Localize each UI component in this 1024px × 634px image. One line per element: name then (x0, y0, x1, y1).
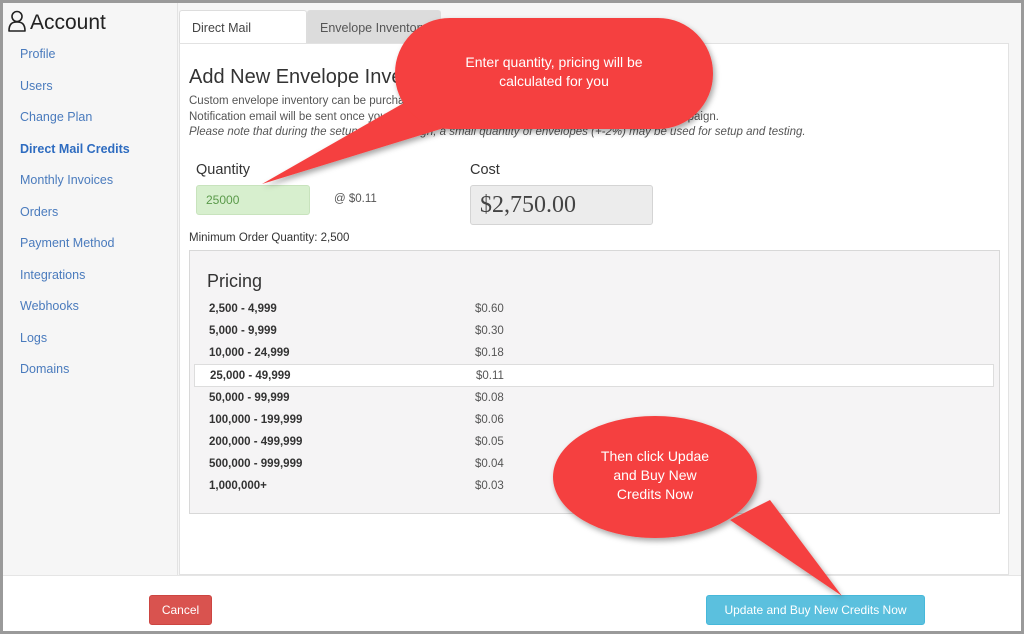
sidebar-item-domains[interactable]: Domains (20, 362, 130, 394)
app-window: Account Profile Users Change Plan Direct… (3, 3, 1021, 631)
unit-price: $0.03 (475, 480, 504, 492)
sidebar-header: Account (7, 10, 106, 36)
tab-direct-mail-credits[interactable]: Direct Mail Credits (179, 10, 307, 69)
pricing-row-selected: 25,000 - 49,999 $0.11 (194, 364, 994, 387)
main-content: Direct Mail Credits Envelope Inventory A… (179, 3, 1021, 575)
sidebar-item-users[interactable]: Users (20, 79, 130, 111)
description-line-1: Custom envelope inventory can be purchas… (189, 95, 453, 107)
cost-display: $2,750.00 (470, 185, 653, 225)
minimum-order-quantity: Minimum Order Quantity: 2,500 (189, 232, 350, 244)
price-range: 500,000 - 999,999 (209, 458, 303, 470)
sidebar-item-direct-mail-credits[interactable]: Direct Mail Credits (20, 142, 130, 174)
description: Custom envelope inventory can be purchas… (189, 94, 989, 141)
sidebar-item-webhooks[interactable]: Webhooks (20, 299, 130, 331)
quantity-label: Quantity (196, 162, 250, 178)
price-range: 2,500 - 4,999 (209, 303, 277, 315)
unit-rate: @ $0.11 (334, 193, 377, 205)
price-range: 200,000 - 499,999 (209, 436, 303, 448)
sidebar-item-orders[interactable]: Orders (20, 205, 130, 237)
sidebar-item-integrations[interactable]: Integrations (20, 268, 130, 300)
sidebar-item-profile[interactable]: Profile (20, 47, 130, 79)
update-and-buy-button[interactable]: Update and Buy New Credits Now (706, 595, 925, 625)
pricing-row: 2,500 - 4,999 $0.60 (194, 298, 994, 321)
unit-price: $0.11 (476, 370, 504, 382)
unit-price: $0.06 (475, 414, 504, 426)
price-range: 1,000,000+ (209, 480, 267, 492)
sidebar-title: Account (30, 11, 106, 34)
pricing-row: 200,000 - 499,999 $0.05 (194, 431, 994, 454)
quantity-input[interactable]: 25000 (196, 185, 310, 215)
sidebar-item-payment-method[interactable]: Payment Method (20, 236, 130, 268)
tab-envelope-inventory[interactable]: Envelope Inventory (307, 10, 441, 44)
price-range: 50,000 - 99,999 (209, 392, 290, 404)
price-range: 5,000 - 9,999 (209, 325, 277, 337)
pricing-row: 5,000 - 9,999 $0.30 (194, 320, 994, 343)
unit-price: $0.60 (475, 303, 504, 315)
price-range: 10,000 - 24,999 (209, 347, 290, 359)
unit-price: $0.04 (475, 458, 504, 470)
user-icon (7, 10, 27, 36)
pricing-row: 500,000 - 999,999 $0.04 (194, 453, 994, 476)
unit-price: $0.05 (475, 436, 504, 448)
pricing-row: 1,000,000+ $0.03 (194, 475, 994, 498)
pricing-row: 50,000 - 99,999 $0.08 (194, 387, 994, 410)
cost-label: Cost (470, 162, 500, 178)
description-line-2: Notification email will be sent once you… (189, 110, 719, 123)
sidebar-item-monthly-invoices[interactable]: Monthly Invoices (20, 173, 130, 205)
footer-bar: Cancel Update and Buy New Credits Now (3, 575, 1021, 631)
unit-price: $0.18 (475, 347, 504, 359)
pricing-row: 10,000 - 24,999 $0.18 (194, 342, 994, 365)
cancel-button[interactable]: Cancel (149, 595, 212, 625)
pricing-row: 100,000 - 199,999 $0.06 (194, 409, 994, 432)
sidebar-item-logs[interactable]: Logs (20, 331, 130, 363)
page-title: Add New Envelope Inventory (189, 66, 447, 88)
envelope-panel: Add New Envelope Inventory Custom envelo… (179, 43, 1009, 575)
price-range: 25,000 - 49,999 (210, 370, 291, 382)
unit-price: $0.30 (475, 325, 504, 337)
pricing-title: Pricing (207, 271, 263, 291)
price-range: 100,000 - 199,999 (209, 414, 303, 426)
description-note: Please note that during the setup of a c… (189, 126, 806, 138)
unit-price: $0.08 (475, 392, 504, 404)
tab-bar: Direct Mail Credits Envelope Inventory (179, 10, 441, 69)
sidebar: Account Profile Users Change Plan Direct… (3, 3, 178, 575)
sidebar-item-change-plan[interactable]: Change Plan (20, 110, 130, 142)
sidebar-nav: Profile Users Change Plan Direct Mail Cr… (20, 47, 130, 394)
pricing-table: Pricing 2,500 - 4,999 $0.60 5,000 - 9,999… (189, 250, 1000, 514)
